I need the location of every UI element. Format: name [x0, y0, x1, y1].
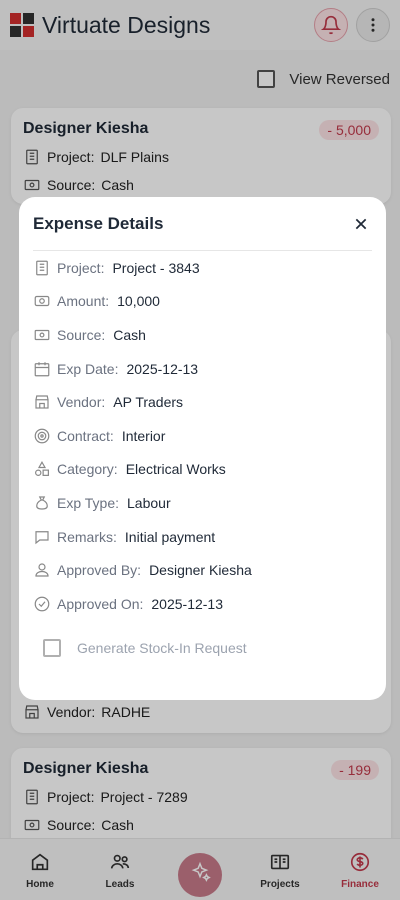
close-icon [355, 218, 367, 229]
detail-vendor: Vendor: AP Traders [33, 385, 372, 419]
check-circle-icon [34, 596, 50, 612]
stock-in-label: Generate Stock-In Request [77, 639, 247, 656]
detail-contract: Contract: Interior [33, 419, 372, 453]
detail-label: Approved On: [57, 595, 144, 612]
detail-label: Amount: [57, 293, 110, 310]
detail-label: Category: [57, 461, 118, 478]
detail-amount: Amount: 10,000 [33, 285, 372, 319]
detail-value: Electrical Works [125, 461, 226, 478]
modal-title: Expense Details [33, 213, 164, 233]
detail-source: Source: Cash [33, 318, 372, 352]
detail-value: Initial payment [124, 528, 216, 545]
detail-label: Remarks: [57, 528, 117, 545]
detail-project: Project: Project - 3843 [33, 251, 372, 285]
store-icon [35, 395, 49, 409]
detail-approved-on: Approved On: 2025-12-13 [33, 587, 372, 621]
detail-value: 10,000 [117, 293, 160, 310]
detail-label: Vendor: [57, 394, 106, 411]
detail-label: Contract: [57, 427, 114, 444]
detail-value: Labour [127, 494, 171, 511]
detail-exp-date: Exp Date: 2025-12-13 [33, 352, 372, 386]
detail-label: Approved By: [57, 562, 142, 579]
comment-icon [35, 530, 49, 544]
building-icon [36, 260, 48, 276]
expense-details-modal: Expense Details Project: Project - 3843 … [19, 197, 386, 700]
moneybag-icon [36, 496, 48, 510]
stock-in-request-option[interactable]: Generate Stock-In Request [33, 638, 372, 657]
detail-value: Designer Kiesha [149, 562, 252, 579]
detail-remarks: Remarks: Initial payment [33, 520, 372, 554]
detail-value: Interior [121, 427, 166, 444]
detail-value: AP Traders [113, 394, 184, 411]
target-icon [34, 428, 50, 444]
close-button[interactable] [350, 213, 372, 235]
detail-value: Project - 3843 [112, 259, 200, 276]
detail-value: Cash [113, 326, 146, 343]
detail-exp-type: Exp Type: Labour [33, 486, 372, 520]
shapes-icon [35, 461, 49, 477]
stock-in-checkbox[interactable] [43, 638, 61, 657]
calendar-icon [34, 361, 50, 376]
detail-value: 2025-12-13 [126, 360, 199, 377]
detail-label: Source: [57, 326, 106, 343]
detail-label: Exp Type: [57, 494, 120, 511]
detail-label: Project: [57, 259, 105, 276]
detail-approved-by: Approved By: Designer Kiesha [33, 553, 372, 587]
detail-value: 2025-12-13 [151, 595, 224, 612]
wallet-icon [34, 329, 50, 341]
user-icon [35, 563, 49, 577]
detail-category: Category: Electrical Works [33, 453, 372, 487]
detail-label: Exp Date: [57, 360, 119, 377]
cash-icon [34, 296, 50, 307]
